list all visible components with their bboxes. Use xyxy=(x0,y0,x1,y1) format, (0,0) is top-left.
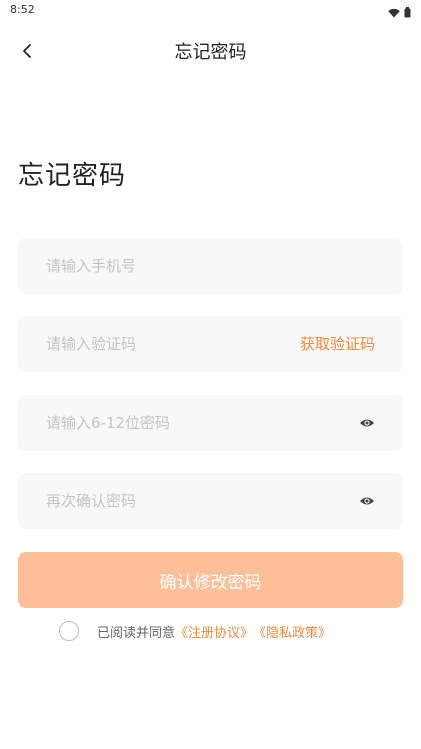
agreement-prefix: 已阅读并同意 xyxy=(97,625,176,641)
phone-field xyxy=(18,238,403,294)
wifi-icon xyxy=(388,3,400,22)
phone-input[interactable] xyxy=(46,238,296,294)
nav-bar: 忘记密码 xyxy=(0,30,421,70)
eye-icon[interactable] xyxy=(359,415,375,431)
password-input[interactable] xyxy=(46,395,296,451)
terms-link[interactable]: 《注册协议》 xyxy=(175,622,253,641)
status-icons xyxy=(388,3,411,22)
eye-icon[interactable] xyxy=(359,493,375,509)
privacy-link[interactable]: 《隐私政策》 xyxy=(253,622,331,641)
code-input[interactable] xyxy=(46,316,296,372)
get-code-button[interactable]: 获取验证码 xyxy=(300,316,375,372)
status-bar: 8:52 xyxy=(0,0,421,20)
agreement-row: 已阅读并同意 《注册协议》 《隐私政策》 xyxy=(59,619,331,643)
agreement-checkbox[interactable] xyxy=(59,621,79,641)
battery-icon xyxy=(404,3,411,22)
password-field xyxy=(18,395,403,451)
status-time: 8:52 xyxy=(10,3,35,16)
confirm-password-field xyxy=(18,473,403,529)
confirm-password-input[interactable] xyxy=(46,473,296,529)
page-heading: 忘记密码 xyxy=(18,161,127,191)
code-field: 获取验证码 xyxy=(18,316,403,372)
nav-title: 忘记密码 xyxy=(174,42,247,63)
submit-button[interactable]: 确认修改密码 xyxy=(18,552,403,608)
